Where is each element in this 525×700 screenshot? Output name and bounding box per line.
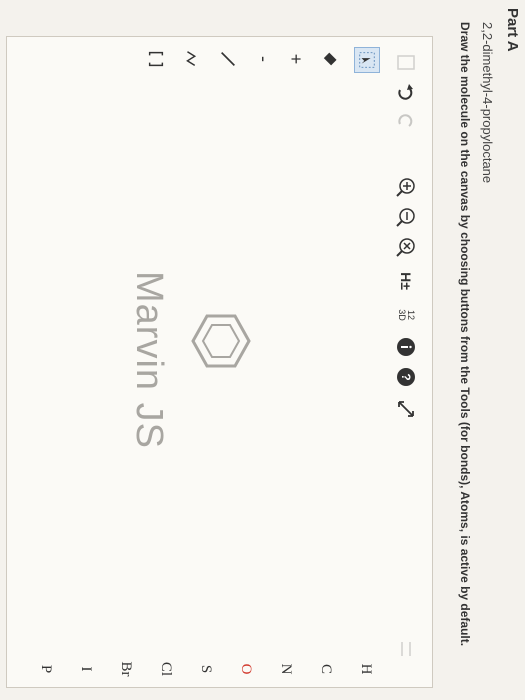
part-title: Part A [504, 8, 521, 52]
atom-c-button[interactable]: C [314, 659, 334, 679]
atom-cl-button[interactable]: Cl [154, 659, 174, 679]
bracket-tool-icon[interactable] [144, 47, 168, 71]
instructions-text: Draw the molecule on the canvas by choos… [458, 22, 472, 647]
question-page: Part A 2,2-dimethyl-4-propyloctane Draw … [0, 0, 525, 700]
hydrogen-toggle-button[interactable]: H± [394, 269, 418, 293]
new-document-icon[interactable] [394, 51, 418, 75]
atom-p-button[interactable]: P [34, 659, 54, 679]
help-label: ? [399, 373, 413, 381]
periodic-table-icon[interactable] [394, 637, 418, 661]
single-bond-icon[interactable] [216, 47, 240, 71]
zoom-out-icon[interactable] [394, 205, 418, 229]
marvin-logo-icon [185, 306, 255, 376]
drawing-canvas[interactable]: Marvin JS [7, 81, 380, 647]
compound-name: 2,2-dimethyl-4-propyloctane [480, 22, 495, 184]
undo-icon[interactable] [394, 81, 418, 105]
atom-n-button[interactable]: N [274, 659, 294, 679]
fullscreen-icon[interactable] [394, 397, 418, 421]
decrease-charge-icon[interactable]: - [252, 47, 276, 71]
atom-o-button[interactable]: O [234, 659, 254, 679]
atom-i-button[interactable]: I [74, 659, 94, 679]
atom-toolbar: H C N O S Cl Br I P [20, 647, 380, 687]
left-toolbar: + - [80, 37, 380, 81]
marvin-editor: H± 12 3D ? + - Marvin JS H C N O S Cl Br… [6, 36, 433, 688]
zoom-fit-icon[interactable] [394, 235, 418, 259]
eraser-icon[interactable] [320, 47, 344, 71]
marvin-js-watermark: Marvin JS [128, 271, 170, 449]
increase-charge-icon[interactable]: + [284, 47, 308, 71]
chain-tool-icon[interactable] [180, 47, 204, 71]
photo-frame: Part A 2,2-dimethyl-4-propyloctane Draw … [0, 0, 525, 700]
help-button[interactable]: ? [394, 365, 418, 389]
selection-tool-icon[interactable] [354, 47, 380, 73]
redo-icon[interactable] [394, 109, 418, 133]
atom-br-button[interactable]: Br [114, 659, 134, 679]
zoom-in-icon[interactable] [394, 175, 418, 199]
atom-s-button[interactable]: S [194, 659, 214, 679]
info-icon[interactable] [394, 335, 418, 359]
numbering-3d-button[interactable]: 12 3D [394, 303, 418, 327]
atom-h-button[interactable]: H [354, 659, 374, 679]
top-toolbar: H± 12 3D ? [380, 37, 432, 687]
